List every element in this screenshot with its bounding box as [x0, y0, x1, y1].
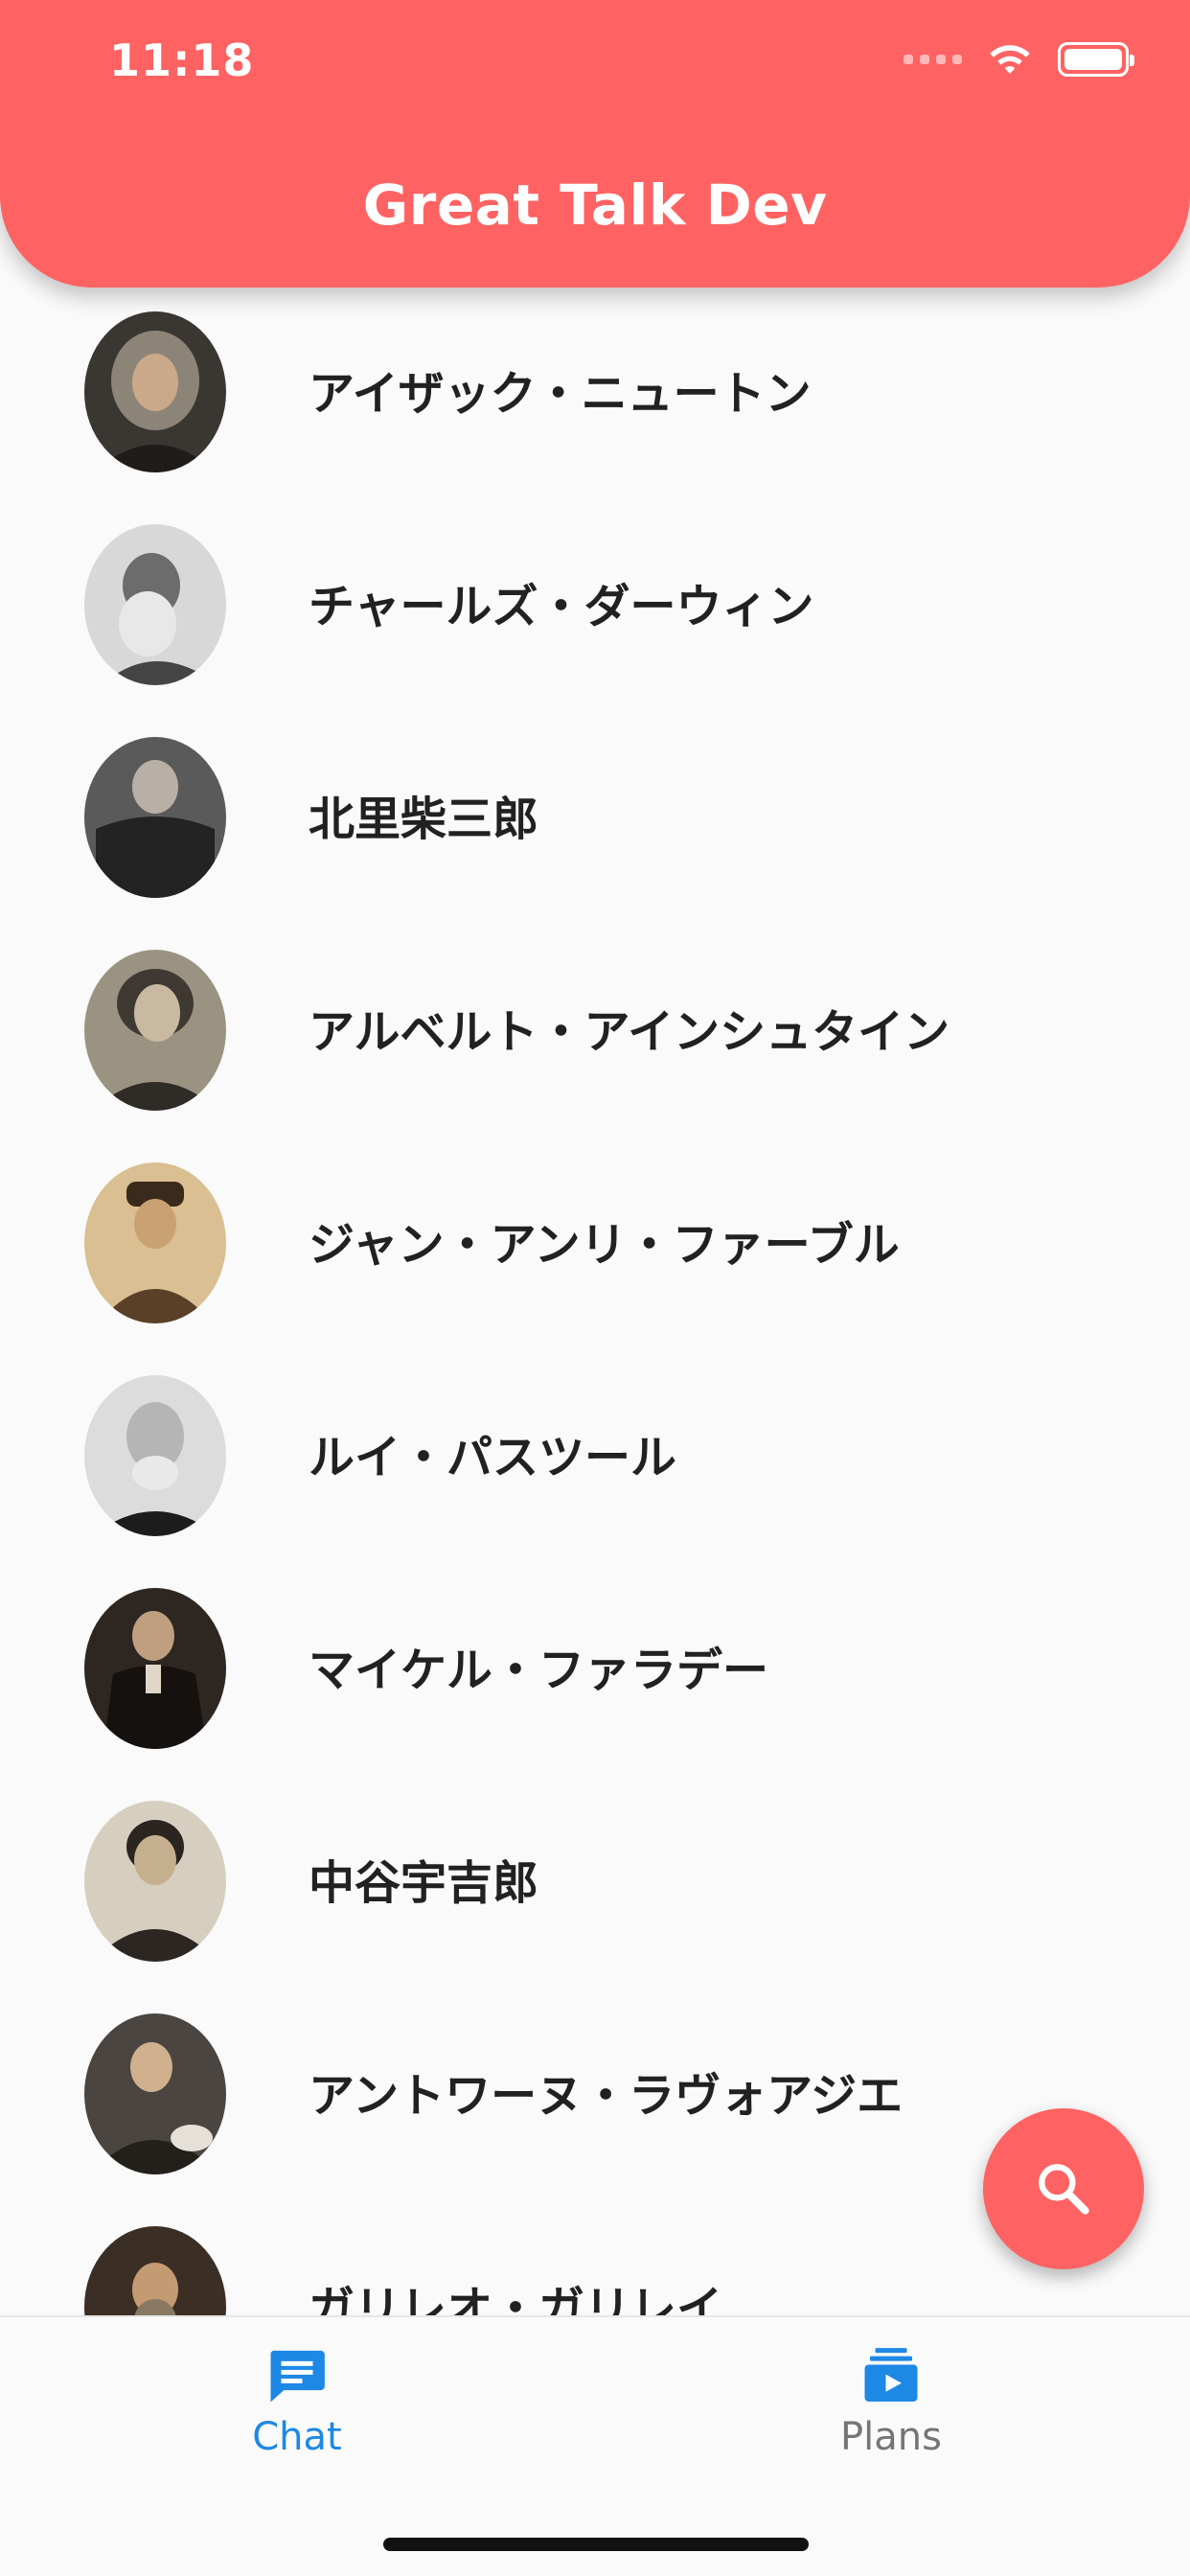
cellular-signal-icon: [904, 55, 962, 64]
tab-chat-label: Chat: [252, 2415, 342, 2459]
list-item[interactable]: 中谷宇吉郎: [0, 1777, 1190, 1990]
avatar: [84, 737, 226, 898]
list-item[interactable]: チャールズ・ダーウィン: [0, 500, 1190, 713]
portrait-icon: [84, 311, 226, 472]
portrait-icon: [84, 950, 226, 1111]
person-name: アントワーヌ・ラヴォアジエ: [309, 2069, 904, 2123]
list-item[interactable]: マイケル・ファラデー: [0, 1564, 1190, 1777]
page-title: Great Talk Dev: [362, 172, 828, 238]
person-name: マイケル・ファラデー: [309, 1644, 769, 1697]
portrait-icon: [84, 1162, 226, 1323]
status-icons: [904, 42, 1134, 77]
person-name: ガリレオ・ガリレイ: [309, 2282, 723, 2315]
avatar: [84, 524, 226, 685]
portrait-icon: [84, 524, 226, 685]
avatar: [84, 2226, 226, 2315]
avatar: [84, 311, 226, 472]
person-name: アイザック・ニュートン: [309, 367, 812, 421]
portrait-icon: [84, 1801, 226, 1962]
search-button[interactable]: [983, 2108, 1144, 2269]
portrait-icon: [84, 2013, 226, 2174]
home-indicator[interactable]: [383, 2538, 809, 2551]
portrait-icon: [84, 1588, 226, 1749]
person-name: チャールズ・ダーウィン: [309, 580, 814, 633]
people-list[interactable]: アイザック・ニュートン チャールズ・ダーウィン 北里柴三郎 アルベルト・アインシ…: [0, 288, 1190, 2315]
avatar: [84, 1588, 226, 1749]
subscriptions-icon: [864, 2348, 918, 2402]
tab-plans-label: Plans: [840, 2415, 942, 2459]
avatar: [84, 2013, 226, 2174]
wifi-icon: [990, 45, 1030, 74]
avatar: [84, 950, 226, 1111]
list-item[interactable]: アイザック・ニュートン: [0, 288, 1190, 500]
list-item[interactable]: ルイ・パスツール: [0, 1351, 1190, 1564]
list-item[interactable]: 北里柴三郎: [0, 713, 1190, 926]
portrait-icon: [84, 2226, 226, 2315]
chat-icon: [270, 2350, 325, 2403]
battery-icon: [1058, 42, 1134, 77]
avatar: [84, 1375, 226, 1536]
person-name: ルイ・パスツール: [309, 1431, 677, 1484]
search-icon: [1039, 2164, 1089, 2215]
avatar: [84, 1801, 226, 1962]
list-item[interactable]: アルベルト・アインシュタイン: [0, 926, 1190, 1138]
portrait-icon: [84, 737, 226, 898]
avatar: [84, 1162, 226, 1323]
portrait-icon: [84, 1375, 226, 1536]
person-name: 中谷宇吉郎: [309, 1856, 539, 1910]
tab-plans[interactable]: Plans: [747, 2344, 1035, 2459]
list-item[interactable]: ジャン・アンリ・ファーブル: [0, 1138, 1190, 1351]
person-name: ジャン・アンリ・ファーブル: [309, 1218, 900, 1272]
app-screen: 11:18 Great Talk Dev アイザック・ニュートン チャールズ・ダ…: [0, 0, 1190, 2576]
person-name: アルベルト・アインシュタイン: [309, 1005, 950, 1059]
tab-chat[interactable]: Chat: [153, 2344, 441, 2459]
app-bar: 11:18 Great Talk Dev: [0, 0, 1190, 288]
person-name: 北里柴三郎: [309, 793, 539, 846]
status-time: 11:18: [109, 34, 255, 86]
